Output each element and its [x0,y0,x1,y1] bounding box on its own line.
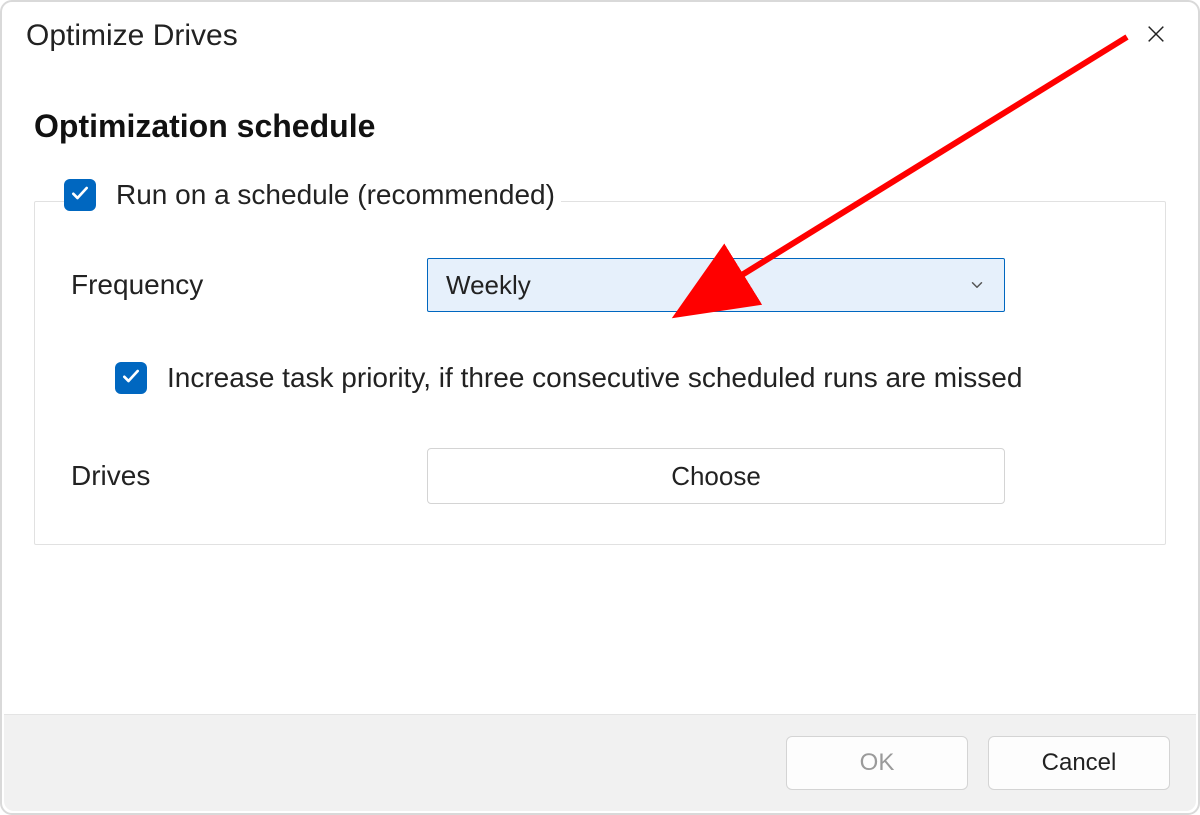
schedule-group: Frequency Weekly [34,201,1166,545]
drives-label: Drives [71,460,427,492]
ok-button[interactable]: OK [786,736,968,790]
section-heading: Optimization schedule [34,108,1166,145]
run-on-schedule-checkbox[interactable] [64,179,96,211]
schedule-group-wrap: Run on a schedule (recommended) Frequenc… [34,201,1166,545]
dialog-content: Optimization schedule Run on a schedule … [2,58,1198,545]
run-on-schedule-label: Run on a schedule (recommended) [116,179,555,211]
choose-drives-button[interactable]: Choose [427,448,1005,504]
frequency-dropdown[interactable]: Weekly [427,258,1005,312]
cancel-button-label: Cancel [1042,749,1117,777]
run-on-schedule-row: Run on a schedule (recommended) [64,179,561,211]
increase-priority-label: Increase task priority, if three consecu… [167,362,1022,394]
dialog-footer: OK Cancel [4,714,1196,811]
window-title: Optimize Drives [26,19,238,53]
ok-button-label: OK [860,749,895,777]
optimize-drives-dialog: Optimize Drives Optimization schedule [0,0,1200,815]
frequency-label: Frequency [71,269,427,301]
cancel-button[interactable]: Cancel [988,736,1170,790]
titlebar: Optimize Drives [2,2,1198,58]
chevron-down-icon [968,270,986,301]
drives-row: Drives Choose [71,448,1129,504]
choose-drives-button-label: Choose [671,461,761,492]
frequency-selected-value: Weekly [446,270,531,301]
frequency-row: Frequency Weekly [71,258,1129,312]
close-icon [1145,23,1167,50]
close-button[interactable] [1134,14,1178,58]
increase-priority-row: Increase task priority, if three consecu… [115,362,1129,394]
checkmark-icon [121,366,141,391]
checkmark-icon [70,183,90,208]
increase-priority-checkbox[interactable] [115,362,147,394]
